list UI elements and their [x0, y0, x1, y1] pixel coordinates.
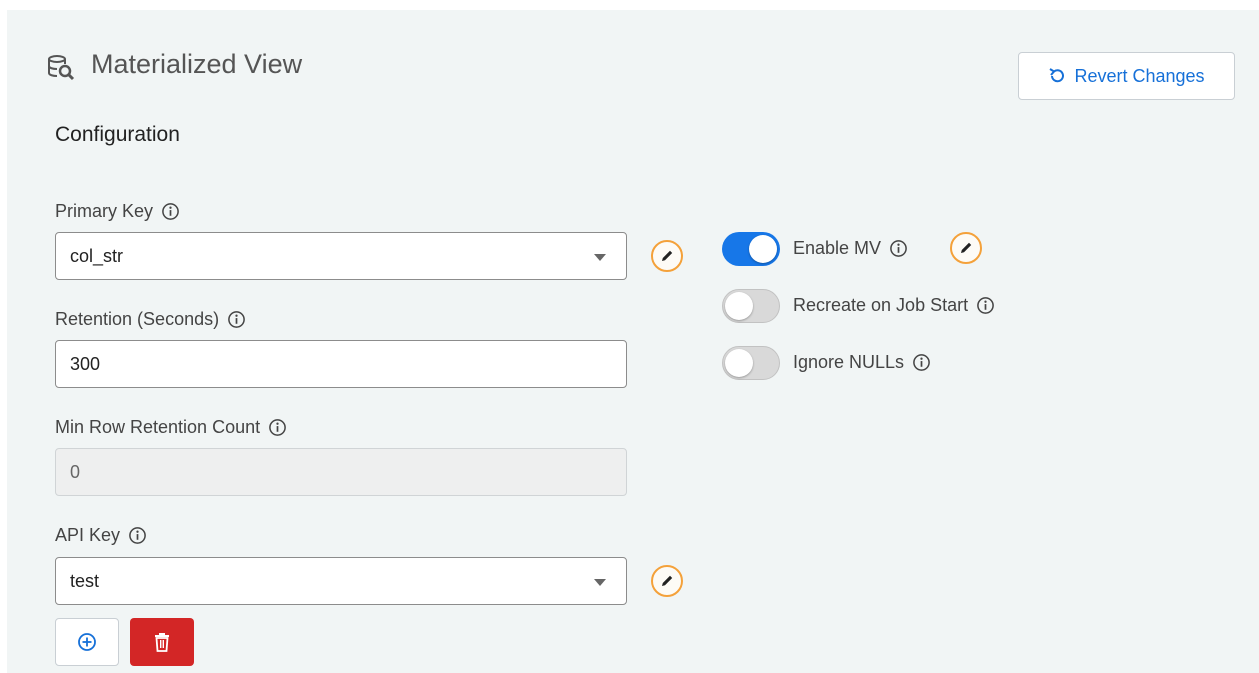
- primary-key-label: Primary Key: [55, 201, 180, 222]
- info-icon[interactable]: [976, 296, 995, 315]
- caret-down-icon: [594, 579, 606, 586]
- api-key-value: test: [70, 570, 100, 591]
- info-icon[interactable]: [268, 418, 287, 437]
- ignore-nulls-label-text: Ignore NULLs: [793, 352, 905, 372]
- info-icon[interactable]: [227, 310, 246, 329]
- recreate-on-job-start-label: Recreate on Job Start: [793, 295, 995, 316]
- info-icon[interactable]: [161, 202, 180, 221]
- retention-label-text: Retention (Seconds): [55, 309, 220, 329]
- pencil-icon: [961, 242, 972, 253]
- toggle-knob: [749, 235, 777, 263]
- enable-mv-label: Enable MV: [793, 238, 908, 259]
- revert-changes-button[interactable]: Revert Changes: [1018, 52, 1235, 100]
- retention-value: 300: [70, 353, 101, 374]
- pencil-icon: [662, 575, 673, 586]
- toggle-knob: [725, 292, 753, 320]
- retention-input[interactable]: 300: [55, 340, 627, 388]
- api-key-label: API Key: [55, 525, 147, 546]
- api-key-label-text: API Key: [55, 525, 121, 545]
- info-icon[interactable]: [128, 526, 147, 545]
- edit-primary-key-button[interactable]: [651, 240, 683, 272]
- enable-mv-label-text: Enable MV: [793, 238, 882, 258]
- ignore-nulls-toggle[interactable]: [722, 346, 780, 380]
- toggle-knob: [725, 349, 753, 377]
- pencil-icon: [662, 250, 673, 261]
- min-row-retention-input: 0: [55, 448, 627, 496]
- caret-down-icon: [594, 254, 606, 261]
- recreate-on-job-start-toggle[interactable]: [722, 289, 780, 323]
- revert-changes-label: Revert Changes: [1074, 65, 1205, 86]
- delete-api-key-button[interactable]: [130, 618, 194, 666]
- recreate-on-job-start-label-text: Recreate on Job Start: [793, 295, 969, 315]
- primary-key-label-text: Primary Key: [55, 201, 154, 221]
- primary-key-select[interactable]: col_str: [55, 232, 627, 280]
- database-search-icon: [48, 55, 75, 81]
- info-icon[interactable]: [912, 353, 931, 372]
- min-row-retention-label-text: Min Row Retention Count: [55, 417, 261, 437]
- add-api-key-button[interactable]: [55, 618, 119, 666]
- undo-icon: [1049, 68, 1065, 83]
- api-key-select[interactable]: test: [55, 557, 627, 605]
- info-icon[interactable]: [889, 239, 908, 258]
- primary-key-value: col_str: [70, 245, 124, 266]
- edit-api-key-button[interactable]: [651, 565, 683, 597]
- ignore-nulls-label: Ignore NULLs: [793, 352, 931, 373]
- section-title: Configuration: [55, 123, 180, 146]
- page-title: Materialized View: [91, 49, 303, 79]
- min-row-retention-label: Min Row Retention Count: [55, 417, 287, 438]
- plus-circle-icon: [78, 633, 96, 651]
- enable-mv-toggle[interactable]: [722, 232, 780, 266]
- edit-enable-mv-button[interactable]: [950, 232, 982, 264]
- min-row-retention-value: 0: [70, 461, 81, 482]
- trash-icon: [155, 633, 169, 652]
- retention-label: Retention (Seconds): [55, 309, 246, 330]
